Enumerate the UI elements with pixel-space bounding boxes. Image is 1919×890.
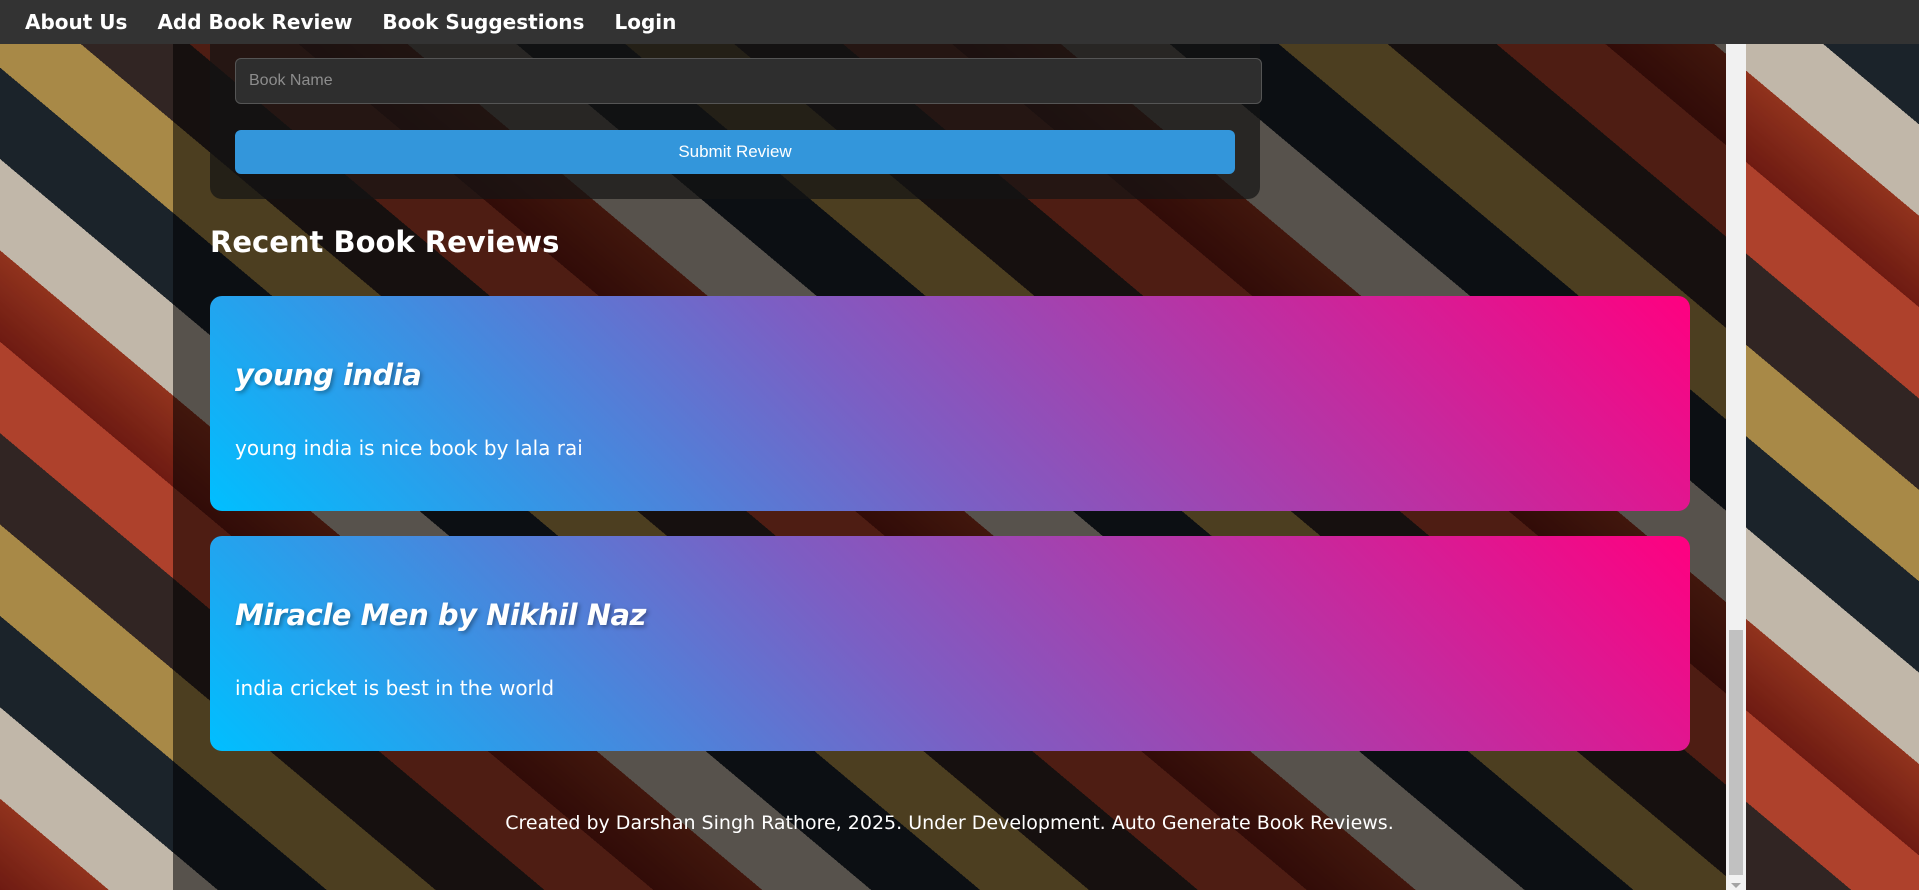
vertical-scrollbar[interactable]	[1726, 44, 1746, 890]
review-card: young india young india is nice book by …	[210, 296, 1690, 511]
footer-text: Created by Darshan Singh Rathore, 2025. …	[505, 812, 1394, 834]
review-title: young india	[235, 358, 422, 392]
review-text: young india is nice book by lala rai	[235, 436, 583, 460]
review-card: Miracle Men by Nikhil Naz india cricket …	[210, 536, 1690, 751]
nav-about-us[interactable]: About Us	[0, 5, 142, 39]
nav-book-suggestions[interactable]: Book Suggestions	[367, 5, 599, 39]
submit-review-button[interactable]: Submit Review	[235, 130, 1235, 174]
top-navbar: About Us Add Book Review Book Suggestion…	[0, 0, 1919, 44]
recent-reviews-heading: Recent Book Reviews	[210, 225, 560, 259]
book-name-input[interactable]	[235, 58, 1262, 104]
nav-login[interactable]: Login	[599, 5, 691, 39]
page: About Us Add Book Review Book Suggestion…	[0, 0, 1919, 890]
review-title: Miracle Men by Nikhil Naz	[235, 598, 646, 632]
scroll-down-arrow-icon[interactable]	[1731, 883, 1741, 888]
nav-add-book-review[interactable]: Add Book Review	[142, 5, 367, 39]
scrollbar-thumb[interactable]	[1729, 630, 1743, 875]
review-text: india cricket is best in the world	[235, 676, 555, 700]
